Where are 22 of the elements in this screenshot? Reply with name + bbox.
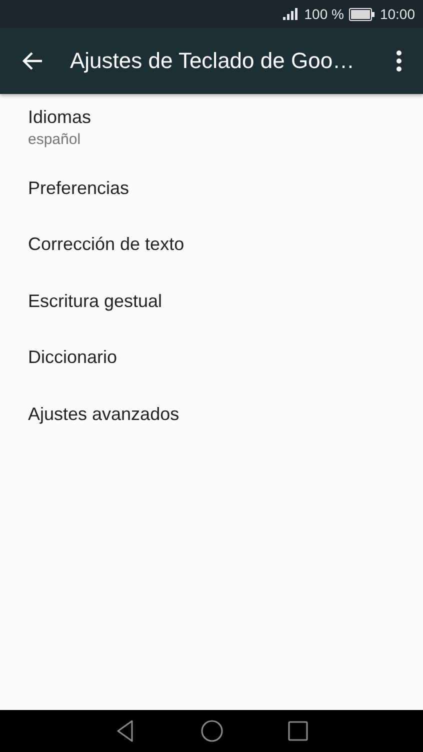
settings-item-title: Diccionario <box>28 347 118 368</box>
clock: 10:00 <box>380 6 415 22</box>
battery-icon <box>348 8 375 20</box>
settings-item[interactable]: Idiomas español <box>0 94 423 160</box>
settings-item[interactable]: Escritura gestual <box>0 273 423 330</box>
settings-item[interactable]: Corrección de texto <box>0 216 423 273</box>
recents-icon[interactable] <box>286 719 310 743</box>
settings-item-title: Escritura gestual <box>28 290 164 312</box>
settings-item-title: Corrección de texto <box>28 234 186 256</box>
settings-item-summary: español <box>28 130 82 148</box>
settings-item-title: Ajustes avanzados <box>28 404 180 425</box>
settings-item-title: Idiomas <box>28 106 92 128</box>
back-arrow-icon[interactable] <box>22 50 44 72</box>
settings-item[interactable]: Diccionario <box>0 330 423 386</box>
more-options-icon[interactable] <box>396 50 402 72</box>
settings-item-title: Preferencias <box>28 178 130 199</box>
home-icon[interactable] <box>200 719 224 743</box>
signal-icon <box>283 8 300 20</box>
battery-percent: 100 % <box>304 6 344 22</box>
settings-item[interactable]: Preferencias <box>0 160 423 216</box>
app-bar-title: Ajustes de Teclado de Goo… <box>70 48 356 74</box>
settings-item[interactable]: Ajustes avanzados <box>0 386 423 442</box>
